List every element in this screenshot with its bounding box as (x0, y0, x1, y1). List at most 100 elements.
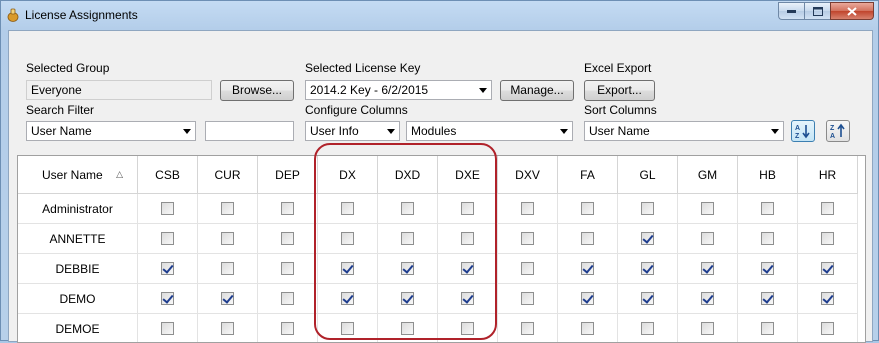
license-checkbox-hb[interactable] (761, 232, 774, 245)
license-checkbox-gm[interactable] (701, 322, 714, 335)
license-checkbox-hr[interactable] (821, 322, 834, 335)
license-checkbox-hb[interactable] (761, 292, 774, 305)
license-checkbox-dep[interactable] (281, 322, 294, 335)
license-checkbox-hr[interactable] (821, 292, 834, 305)
license-checkbox-dx[interactable] (341, 202, 354, 215)
license-checkbox-dxe[interactable] (461, 202, 474, 215)
table-row: Administrator (18, 194, 858, 224)
license-checkbox-cur[interactable] (221, 202, 234, 215)
license-checkbox-dx[interactable] (341, 232, 354, 245)
license-checkbox-dxe[interactable] (461, 292, 474, 305)
license-checkbox-dep[interactable] (281, 292, 294, 305)
column-header-user-name[interactable]: User Name △ (18, 156, 138, 194)
column-header-hr[interactable]: HR (798, 156, 858, 194)
license-cell (138, 284, 198, 314)
license-checkbox-gl[interactable] (641, 202, 654, 215)
license-checkbox-dxe[interactable] (461, 322, 474, 335)
license-cell (678, 314, 738, 342)
license-key-select[interactable]: 2014.2 Key - 6/2/2015 (305, 80, 492, 100)
license-checkbox-csb[interactable] (161, 322, 174, 335)
column-header-label: User Name (42, 167, 103, 182)
license-checkbox-fa[interactable] (581, 262, 594, 275)
license-checkbox-hb[interactable] (761, 262, 774, 275)
column-header-csb[interactable]: CSB (138, 156, 198, 194)
license-checkbox-csb[interactable] (161, 202, 174, 215)
license-checkbox-dxv[interactable] (521, 262, 534, 275)
license-checkbox-dxe[interactable] (461, 262, 474, 275)
license-checkbox-hr[interactable] (821, 262, 834, 275)
browse-button[interactable]: Browse... (220, 80, 294, 101)
column-subset-select[interactable]: Modules (406, 121, 573, 141)
license-checkbox-dxd[interactable] (401, 262, 414, 275)
column-set-select[interactable]: User Info (305, 121, 400, 141)
license-checkbox-dxe[interactable] (461, 232, 474, 245)
column-header-cur[interactable]: CUR (198, 156, 258, 194)
column-header-dxv[interactable]: DXV (498, 156, 558, 194)
license-checkbox-dep[interactable] (281, 202, 294, 215)
license-checkbox-dx[interactable] (341, 322, 354, 335)
license-checkbox-dep[interactable] (281, 232, 294, 245)
license-checkbox-dxd[interactable] (401, 292, 414, 305)
sort-columns-select[interactable]: User Name (584, 121, 784, 141)
license-checkbox-dxd[interactable] (401, 202, 414, 215)
license-checkbox-csb[interactable] (161, 232, 174, 245)
license-checkbox-dxv[interactable] (521, 322, 534, 335)
license-checkbox-csb[interactable] (161, 292, 174, 305)
svg-text:A: A (830, 133, 835, 139)
column-header-dep[interactable]: DEP (258, 156, 318, 194)
license-checkbox-hr[interactable] (821, 232, 834, 245)
column-header-gm[interactable]: GM (678, 156, 738, 194)
license-checkbox-dxv[interactable] (521, 202, 534, 215)
license-cell (798, 224, 858, 254)
minimize-button[interactable] (778, 2, 804, 20)
license-checkbox-dxd[interactable] (401, 322, 414, 335)
search-filter-select[interactable]: User Name (26, 121, 196, 141)
sort-ascending-button[interactable]: A Z (791, 120, 815, 142)
license-checkbox-hb[interactable] (761, 202, 774, 215)
license-checkbox-dxv[interactable] (521, 292, 534, 305)
license-cell (138, 224, 198, 254)
license-checkbox-hb[interactable] (761, 322, 774, 335)
sort-descending-button[interactable]: Z A (826, 120, 850, 142)
license-checkbox-cur[interactable] (221, 292, 234, 305)
license-checkbox-fa[interactable] (581, 292, 594, 305)
license-checkbox-hr[interactable] (821, 202, 834, 215)
column-header-dxd[interactable]: DXD (378, 156, 438, 194)
column-header-dxe[interactable]: DXE (438, 156, 498, 194)
column-header-fa[interactable]: FA (558, 156, 618, 194)
license-checkbox-gm[interactable] (701, 232, 714, 245)
license-checkbox-dx[interactable] (341, 262, 354, 275)
license-checkbox-cur[interactable] (221, 232, 234, 245)
column-header-hb[interactable]: HB (738, 156, 798, 194)
license-checkbox-gl[interactable] (641, 232, 654, 245)
license-cell (738, 314, 798, 342)
license-checkbox-cur[interactable] (221, 262, 234, 275)
license-checkbox-dx[interactable] (341, 292, 354, 305)
manage-button[interactable]: Manage... (500, 80, 574, 101)
license-checkbox-fa[interactable] (581, 322, 594, 335)
license-checkbox-gm[interactable] (701, 262, 714, 275)
search-input[interactable] (205, 121, 294, 141)
license-checkbox-gl[interactable] (641, 292, 654, 305)
license-checkbox-dxd[interactable] (401, 232, 414, 245)
license-checkbox-gm[interactable] (701, 292, 714, 305)
export-button[interactable]: Export... (584, 80, 655, 101)
license-checkbox-fa[interactable] (581, 202, 594, 215)
column-set-value: User Info (310, 124, 359, 138)
license-checkbox-dep[interactable] (281, 262, 294, 275)
license-checkbox-gm[interactable] (701, 202, 714, 215)
license-checkbox-dxv[interactable] (521, 232, 534, 245)
license-checkbox-csb[interactable] (161, 262, 174, 275)
license-checkbox-gl[interactable] (641, 262, 654, 275)
column-header-label: DXV (515, 167, 540, 182)
column-subset-value: Modules (411, 124, 457, 138)
column-header-gl[interactable]: GL (618, 156, 678, 194)
license-checkbox-cur[interactable] (221, 322, 234, 335)
maximize-button[interactable] (804, 2, 830, 20)
license-checkbox-fa[interactable] (581, 232, 594, 245)
license-cell (678, 254, 738, 284)
column-header-dx[interactable]: DX (318, 156, 378, 194)
title-bar: License Assignments (1, 1, 878, 29)
license-checkbox-gl[interactable] (641, 322, 654, 335)
close-button[interactable] (830, 2, 874, 20)
